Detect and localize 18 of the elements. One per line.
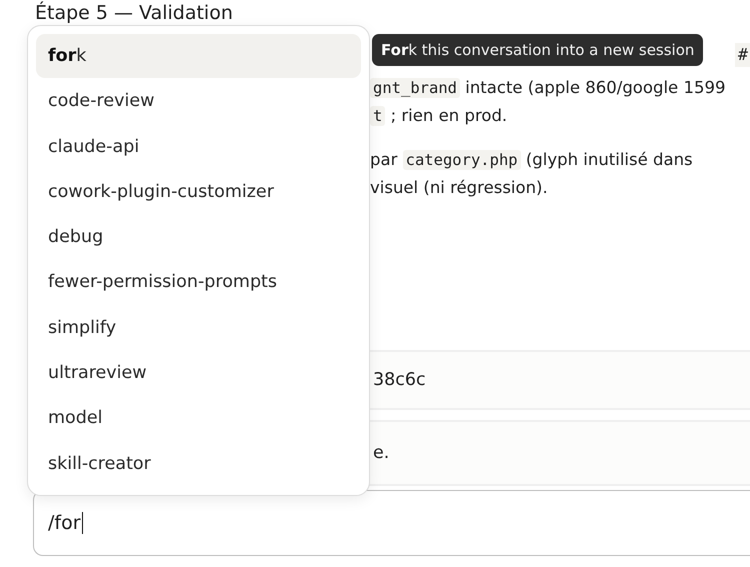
menu-item[interactable]: model [36,396,361,440]
paragraph-text: visuel (ni régression). [370,177,548,199]
menu-item[interactable]: fewer-permission-prompts [36,260,361,304]
tooltip: Fork this conversation into a new session [372,34,704,66]
menu-item[interactable]: cowork-plugin-customizer [36,170,361,214]
menu-item[interactable]: claude-api [36,124,361,169]
paragraph-text: t ; rien en prod. [370,102,508,130]
menu-item[interactable]: debug [36,215,361,260]
menu-item[interactable]: simplify [36,306,361,350]
paragraph-text: gnt_brand intacte (apple 860/google 1599 [370,74,726,102]
paragraph-text: par category.php (glyph inutilisé dans [370,149,693,172]
menu-item[interactable]: code-review [36,79,361,124]
menu-item[interactable]: skill-creator [36,442,361,486]
section-heading: Étape 5 — Validation [34,0,234,26]
input-field[interactable]: /for [33,490,750,556]
menu-item[interactable]: ultrareview [36,351,361,396]
code-text: # [735,43,750,67]
menu-item[interactable]: fork [36,34,361,78]
